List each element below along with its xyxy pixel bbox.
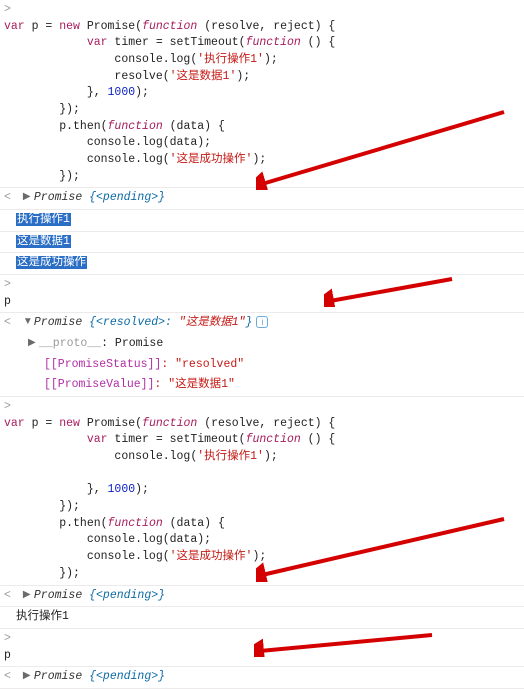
log-line-1[interactable]: 执行操作1 — [0, 210, 524, 232]
promise-status-row: [[PromiseStatus]]: "resolved" — [0, 355, 524, 376]
input-marker: > — [4, 399, 16, 416]
output-marker: < — [4, 669, 16, 686]
output-marker: < — [4, 190, 16, 207]
code-p-2[interactable]: p — [4, 648, 508, 665]
expand-icon[interactable]: ▶ — [23, 588, 34, 603]
console-input-block-1: > var p = new Promise(function (resolve,… — [0, 0, 524, 188]
log-line-3[interactable]: 这是成功操作 — [0, 253, 524, 275]
promise-value-row: [[PromiseValue]]: "这是数据1" — [0, 375, 524, 397]
output-promise-pending-2: < ▶Promise {<pending>} — [0, 586, 524, 608]
console-input-block-2: > var p = new Promise(function (resolve,… — [0, 397, 524, 585]
console-input-p-1: > p — [0, 275, 524, 313]
code-block-1[interactable]: var p = new Promise(function (resolve, r… — [4, 19, 508, 186]
input-marker: > — [4, 631, 16, 648]
output-promise-pending-3: < ▶Promise {<pending>} — [0, 667, 524, 689]
collapse-icon[interactable]: ▼ — [23, 315, 34, 330]
input-marker: > — [4, 2, 16, 19]
output-marker: < — [4, 315, 16, 332]
input-marker: > — [4, 277, 16, 294]
code-p[interactable]: p — [4, 294, 508, 311]
output-promise-pending-1: < ▶Promise {<pending>} — [0, 188, 524, 210]
expand-icon[interactable]: ▶ — [23, 669, 34, 684]
log-line-2[interactable]: 这是数据1 — [0, 232, 524, 254]
expand-icon[interactable]: ▶ — [23, 190, 34, 205]
expand-icon[interactable]: ▶ — [28, 336, 39, 351]
proto-row: ▶__proto__: Promise — [0, 334, 524, 355]
console-input-p-2: > p — [0, 629, 524, 667]
code-block-2[interactable]: var p = new Promise(function (resolve, r… — [4, 416, 508, 583]
output-promise-resolved: < ▼Promise {<resolved>: "这是数据1"}i — [0, 313, 524, 334]
log-line-4[interactable]: 执行操作1 — [0, 607, 524, 629]
info-icon[interactable]: i — [256, 316, 268, 328]
output-marker: < — [4, 588, 16, 605]
